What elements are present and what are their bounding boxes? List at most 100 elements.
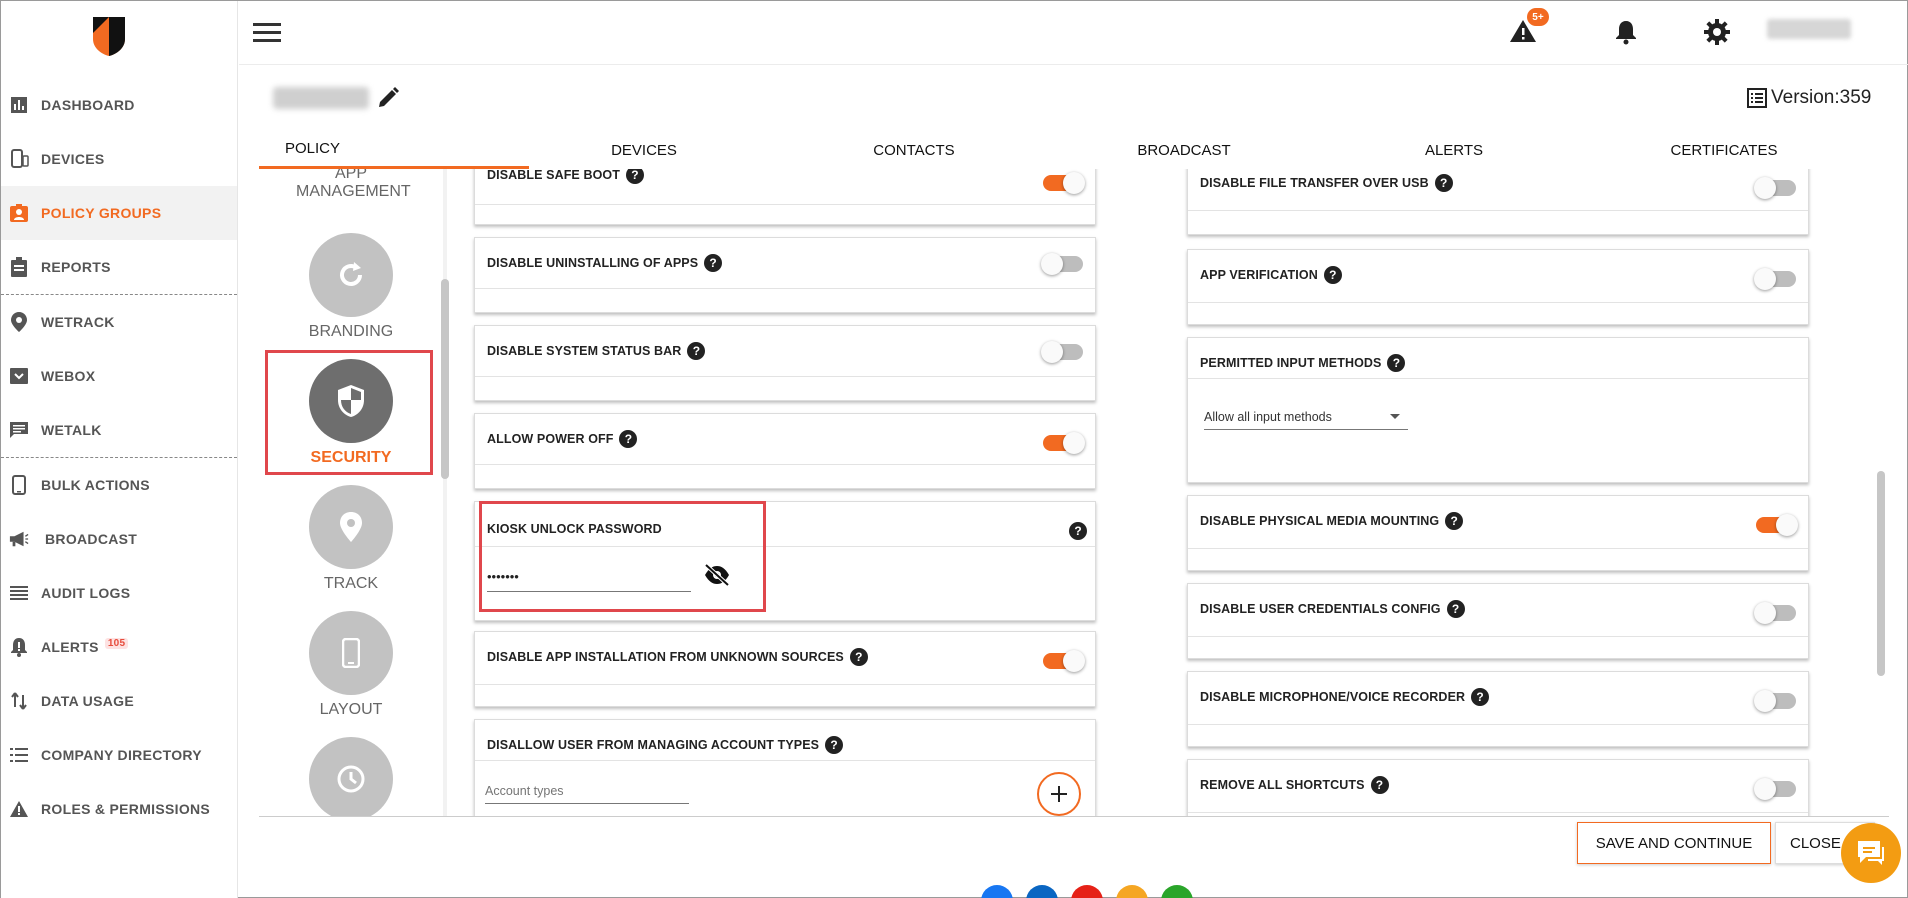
chat-icon bbox=[9, 420, 29, 440]
tab-policy[interactable]: POLICY bbox=[259, 131, 529, 169]
sidebar-item-audit-logs[interactable]: AUDIT LOGS bbox=[1, 566, 237, 620]
facebook-icon[interactable] bbox=[981, 885, 1013, 898]
blog-icon[interactable] bbox=[1116, 885, 1148, 898]
unknown-sources-toggle[interactable] bbox=[1043, 650, 1085, 672]
power-off-toggle[interactable] bbox=[1043, 432, 1085, 454]
help-icon[interactable]: ? bbox=[1370, 776, 1389, 794]
help-icon[interactable]: ? bbox=[619, 430, 638, 448]
status-bar-toggle[interactable] bbox=[1041, 341, 1083, 363]
sidebar-item-wetalk[interactable]: WETALK bbox=[1, 403, 237, 457]
tab-broadcast[interactable]: BROADCAST bbox=[1099, 131, 1269, 169]
category-track[interactable]: TRACK bbox=[259, 485, 443, 593]
safe-boot-toggle[interactable] bbox=[1043, 172, 1085, 194]
input-methods-select[interactable]: Allow all input methods bbox=[1204, 404, 1408, 430]
bar-chart-icon bbox=[9, 95, 29, 115]
toggle-knob bbox=[1754, 177, 1776, 199]
content-scrollbar[interactable] bbox=[1877, 471, 1885, 676]
brand-logo-icon[interactable] bbox=[91, 15, 127, 57]
top-bar: 5+ bbox=[239, 1, 1908, 65]
category-branding[interactable]: BRANDING bbox=[259, 233, 443, 341]
account-types-input[interactable] bbox=[485, 778, 689, 804]
tab-contacts[interactable]: CONTACTS bbox=[829, 131, 999, 169]
settings-gear-icon[interactable] bbox=[1703, 18, 1731, 46]
uninstall-apps-toggle[interactable] bbox=[1041, 253, 1083, 275]
help-icon[interactable]: ? bbox=[1069, 522, 1087, 540]
sidebar-item-bulk-actions[interactable]: BULK ACTIONS bbox=[1, 458, 237, 512]
setting-label: DISABLE SAFE BOOT bbox=[487, 169, 620, 182]
sidebar-item-data-usage[interactable]: DATA USAGE bbox=[1, 674, 237, 728]
setting-label: PERMITTED INPUT METHODS bbox=[1200, 356, 1382, 370]
card-divider bbox=[1188, 210, 1808, 211]
sidebar-item-dashboard[interactable]: DASHBOARD bbox=[1, 78, 237, 132]
category-scrollbar[interactable] bbox=[441, 279, 449, 479]
category-scheduler[interactable] bbox=[259, 737, 443, 816]
edit-pencil-icon[interactable] bbox=[377, 87, 399, 109]
help-icon[interactable]: ? bbox=[1471, 688, 1490, 706]
sidebar-item-company-directory[interactable]: COMPANY DIRECTORY bbox=[1, 728, 237, 782]
youtube-icon[interactable] bbox=[1071, 885, 1103, 898]
notification-bell-icon[interactable] bbox=[1613, 19, 1639, 45]
sidebar-item-label: COMPANY DIRECTORY bbox=[41, 747, 202, 763]
category-layout[interactable]: LAYOUT bbox=[259, 611, 443, 719]
media-mounting-toggle[interactable] bbox=[1756, 514, 1798, 536]
app-verification-toggle[interactable] bbox=[1754, 268, 1796, 290]
devices-icon bbox=[9, 149, 29, 169]
category-app-management[interactable]: APP MANAGEMENT bbox=[259, 169, 443, 201]
setting-label: DISABLE PHYSICAL MEDIA MOUNTING bbox=[1200, 514, 1440, 528]
add-account-type-button[interactable] bbox=[1037, 772, 1081, 816]
toggle-knob bbox=[1754, 778, 1776, 800]
sidebar-item-reports[interactable]: REPORTS bbox=[1, 240, 237, 294]
live-chat-button[interactable] bbox=[1841, 823, 1901, 883]
sidebar-item-label: WETALK bbox=[41, 422, 102, 438]
whatsapp-icon[interactable] bbox=[1161, 885, 1193, 898]
tab-devices[interactable]: DEVICES bbox=[559, 131, 729, 169]
sidebar-item-label: DEVICES bbox=[41, 151, 105, 167]
file-transfer-toggle[interactable] bbox=[1754, 177, 1796, 199]
card-divider bbox=[1188, 302, 1808, 303]
sidebar-item-policy-groups[interactable]: POLICY GROUPS bbox=[1, 186, 237, 240]
setting-app-verification: APP VERIFICATION? bbox=[1187, 249, 1809, 325]
sidebar: DASHBOARD DEVICES POLICY GROUPS REPORTS … bbox=[1, 1, 238, 898]
input-methods-selected: Allow all input methods bbox=[1204, 409, 1332, 424]
chat-bubble-icon bbox=[1858, 841, 1884, 865]
sidebar-item-webox[interactable]: WEBOX bbox=[1, 349, 237, 403]
shortcuts-toggle[interactable] bbox=[1754, 778, 1796, 800]
help-icon[interactable]: ? bbox=[1445, 512, 1464, 530]
tab-certificates[interactable]: CERTIFICATES bbox=[1639, 131, 1809, 169]
sidebar-item-alerts[interactable]: ALERTS 105 bbox=[1, 620, 237, 674]
card-divider bbox=[475, 376, 1095, 377]
help-icon[interactable]: ? bbox=[704, 254, 723, 272]
version-indicator[interactable]: Version:359 bbox=[1747, 87, 1871, 109]
sidebar-item-broadcast[interactable]: BROADCAST bbox=[1, 512, 237, 566]
tab-alerts[interactable]: ALERTS bbox=[1369, 131, 1539, 169]
microphone-toggle[interactable] bbox=[1754, 690, 1796, 712]
setting-disable-microphone: DISABLE MICROPHONE/VOICE RECORDER? bbox=[1187, 671, 1809, 747]
chevron-down-icon bbox=[1390, 414, 1400, 419]
help-icon[interactable]: ? bbox=[1446, 600, 1465, 618]
help-icon[interactable]: ? bbox=[625, 169, 644, 184]
category-label: TRACK bbox=[323, 575, 379, 592]
help-icon[interactable]: ? bbox=[1434, 174, 1453, 192]
sidebar-item-label-text: ALERTS bbox=[41, 639, 99, 655]
sidebar-item-label: BROADCAST bbox=[45, 531, 138, 547]
linkedin-icon[interactable] bbox=[1026, 885, 1058, 898]
help-icon[interactable]: ? bbox=[825, 736, 844, 754]
hamburger-menu-icon[interactable] bbox=[253, 21, 281, 43]
credentials-toggle[interactable] bbox=[1754, 602, 1796, 624]
user-name-blurred[interactable] bbox=[1767, 19, 1851, 39]
policy-category-list: APP MANAGEMENT BRANDING SECURITY TRACK L… bbox=[259, 169, 449, 816]
help-icon[interactable]: ? bbox=[849, 648, 868, 666]
sidebar-item-devices[interactable]: DEVICES bbox=[1, 132, 237, 186]
location-pin-icon bbox=[9, 312, 29, 332]
help-icon[interactable]: ? bbox=[1387, 354, 1406, 372]
sidebar-item-label: DATA USAGE bbox=[41, 693, 134, 709]
help-icon[interactable]: ? bbox=[1323, 266, 1342, 284]
save-and-continue-button[interactable]: SAVE AND CONTINUE bbox=[1577, 822, 1771, 864]
policy-content-area: APP MANAGEMENT BRANDING SECURITY TRACK L… bbox=[259, 169, 1889, 817]
megaphone-icon bbox=[9, 529, 29, 549]
sidebar-item-roles-permissions[interactable]: ROLES & PERMISSIONS bbox=[1, 782, 237, 836]
setting-disable-user-credentials-config: DISABLE USER CREDENTIALS CONFIG? bbox=[1187, 583, 1809, 659]
toggle-knob bbox=[1063, 172, 1085, 194]
sidebar-item-wetrack[interactable]: WETRACK bbox=[1, 295, 237, 349]
help-icon[interactable]: ? bbox=[687, 342, 706, 360]
